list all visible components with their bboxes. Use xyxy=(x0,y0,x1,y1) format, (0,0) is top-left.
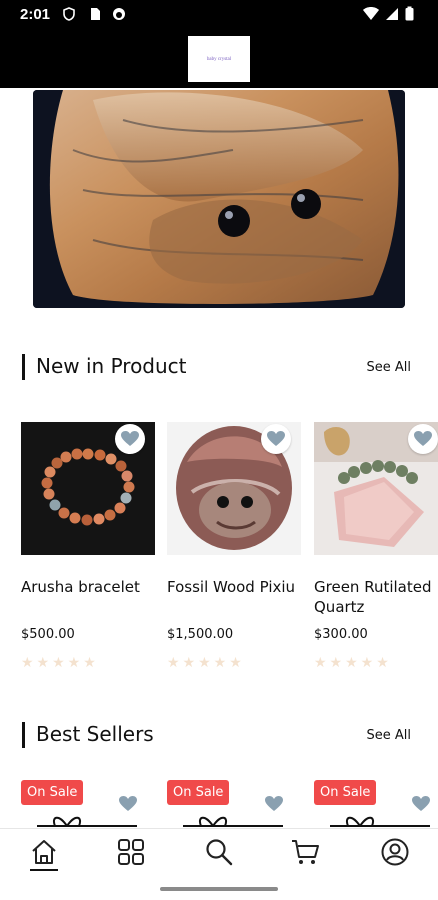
product-price: $1,500.00 xyxy=(167,627,234,642)
rating-stars: ★★★★★ xyxy=(167,654,245,670)
heart-icon[interactable] xyxy=(412,796,430,812)
store-logo[interactable]: baby crystal xyxy=(188,36,250,82)
section-accent-bar xyxy=(22,354,25,380)
favorite-button[interactable] xyxy=(261,424,291,454)
section-accent-bar xyxy=(22,722,25,748)
rating-stars: ★★★★★ xyxy=(21,654,99,670)
product-price: $500.00 xyxy=(21,627,75,642)
sale-badge: On Sale xyxy=(167,780,230,805)
product-name: Fossil Wood Pixiu xyxy=(167,578,296,596)
battery-icon xyxy=(405,6,414,21)
status-bar: 2:01 xyxy=(0,0,438,30)
app-header: 2:01 baby crystal xyxy=(0,0,438,88)
sim-card-icon xyxy=(91,8,100,20)
profile-icon[interactable] xyxy=(380,837,410,867)
hero-image xyxy=(33,90,405,308)
see-all-link[interactable]: See All xyxy=(367,728,412,743)
cart-icon[interactable] xyxy=(290,837,320,867)
heart-icon xyxy=(121,431,139,446)
product-card[interactable]: Fossil Wood Pixiu $1,500.00 ★★★★★ xyxy=(167,422,301,671)
wifi-icon xyxy=(363,6,379,20)
sale-product-card[interactable]: On Sale xyxy=(21,778,155,828)
signal-icon xyxy=(386,7,398,20)
hero-banner[interactable] xyxy=(33,90,405,308)
gift-bow-image xyxy=(37,816,137,827)
shield-icon xyxy=(63,7,75,21)
search-icon[interactable] xyxy=(204,837,234,867)
rating-stars: ★★★★★ xyxy=(314,654,392,670)
favorite-button[interactable] xyxy=(408,424,438,454)
section-title: New in Product xyxy=(36,354,187,378)
logo-text: baby crystal xyxy=(206,56,232,62)
product-image xyxy=(167,422,301,555)
product-card[interactable]: Green Rutilated Quartz $300.00 ★★★★★ xyxy=(314,422,438,671)
product-card[interactable]: Arusha bracelet $500.00 ★★★★★ xyxy=(21,422,155,671)
active-tab-indicator xyxy=(30,869,58,871)
product-image xyxy=(21,422,155,555)
gift-bow-image xyxy=(183,816,283,827)
new-in-header: New in Product See All xyxy=(22,352,417,382)
sale-badge: On Sale xyxy=(21,780,84,805)
bottom-nav xyxy=(0,828,438,900)
see-all-link[interactable]: See All xyxy=(367,360,412,375)
product-image xyxy=(314,422,438,555)
categories-icon[interactable] xyxy=(116,837,146,867)
heart-icon xyxy=(414,431,432,446)
product-name: Green Rutilated Quartz xyxy=(314,578,432,616)
heart-icon[interactable] xyxy=(265,796,283,812)
favorite-button[interactable] xyxy=(115,424,145,454)
status-time: 2:01 xyxy=(20,6,51,23)
notification-icon xyxy=(113,8,125,20)
gift-bow-image xyxy=(330,816,430,827)
sale-product-card[interactable]: On Sale xyxy=(167,778,301,828)
heart-icon xyxy=(267,431,285,446)
home-icon[interactable] xyxy=(29,837,59,867)
sale-product-card[interactable]: On Sale xyxy=(314,778,438,828)
gesture-handle xyxy=(160,887,278,891)
product-name: Arusha bracelet xyxy=(21,578,140,596)
section-title: Best Sellers xyxy=(36,722,154,746)
best-sellers-header: Best Sellers See All xyxy=(22,720,417,750)
heart-icon[interactable] xyxy=(119,796,137,812)
sale-badge: On Sale xyxy=(314,780,377,805)
product-price: $300.00 xyxy=(314,627,368,642)
